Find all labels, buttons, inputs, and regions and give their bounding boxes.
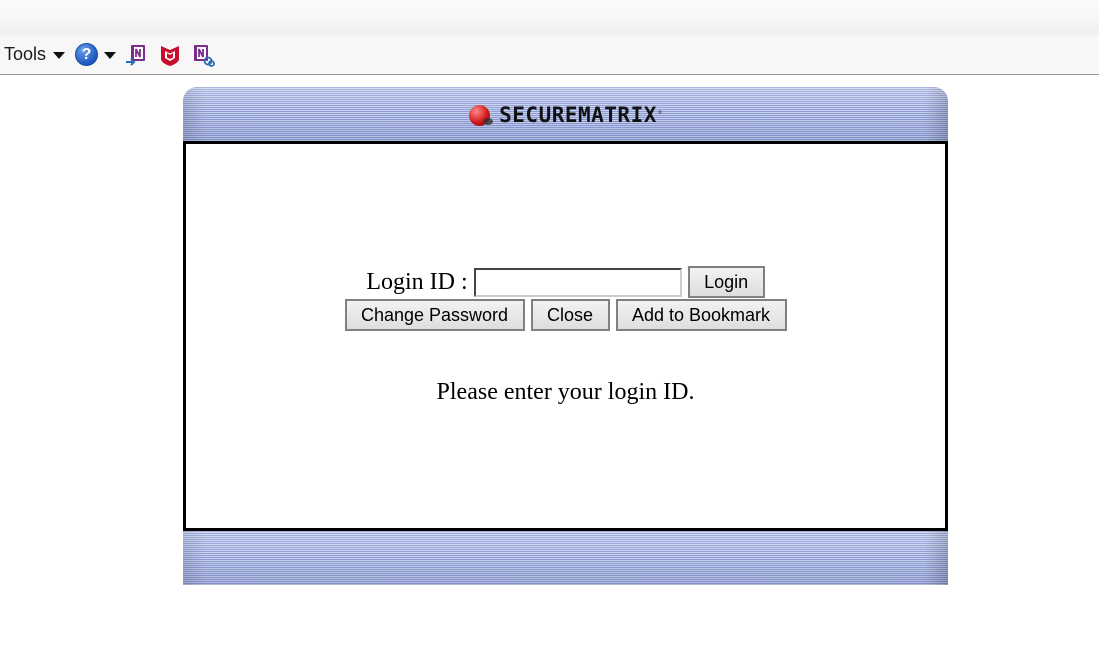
onenote-linked-notes-icon[interactable] [191,43,215,67]
logo-mark: ° [657,109,662,121]
status-message: Please enter your login ID. [436,379,695,405]
chevron-down-icon [104,52,117,59]
tools-menu-button[interactable]: Tools [4,44,66,65]
login-panel-header: SECUREMATRIX ° [183,87,948,143]
mcafee-icon[interactable] [158,43,182,67]
action-buttons-row: Change Password Close Add to Bookmark [186,299,945,331]
login-button[interactable]: Login [687,266,765,298]
add-to-bookmark-button[interactable]: Add to Bookmark [615,299,787,331]
change-password-button[interactable]: Change Password [344,299,525,331]
logo-ball-icon [469,104,494,126]
chevron-down-icon [53,52,66,59]
securematrix-logo: SECUREMATRIX ° [469,103,662,127]
browser-titlebar [0,0,1099,35]
help-icon: ? [75,43,99,66]
login-id-label: Login ID : [366,268,468,295]
logo-text: SECUREMATRIX [499,103,657,127]
help-menu-button[interactable]: ? [75,43,117,66]
tools-menu-label: Tools [4,44,47,64]
onenote-send-icon[interactable] [125,43,149,67]
login-panel-body: Login ID : Login Change Password Close A… [183,141,948,531]
login-row: Login ID : Login [186,266,945,298]
login-panel-footer [183,531,948,585]
login-id-input[interactable] [473,267,682,297]
browser-command-bar: Tools ? [0,35,1099,75]
close-button[interactable]: Close [530,299,610,331]
